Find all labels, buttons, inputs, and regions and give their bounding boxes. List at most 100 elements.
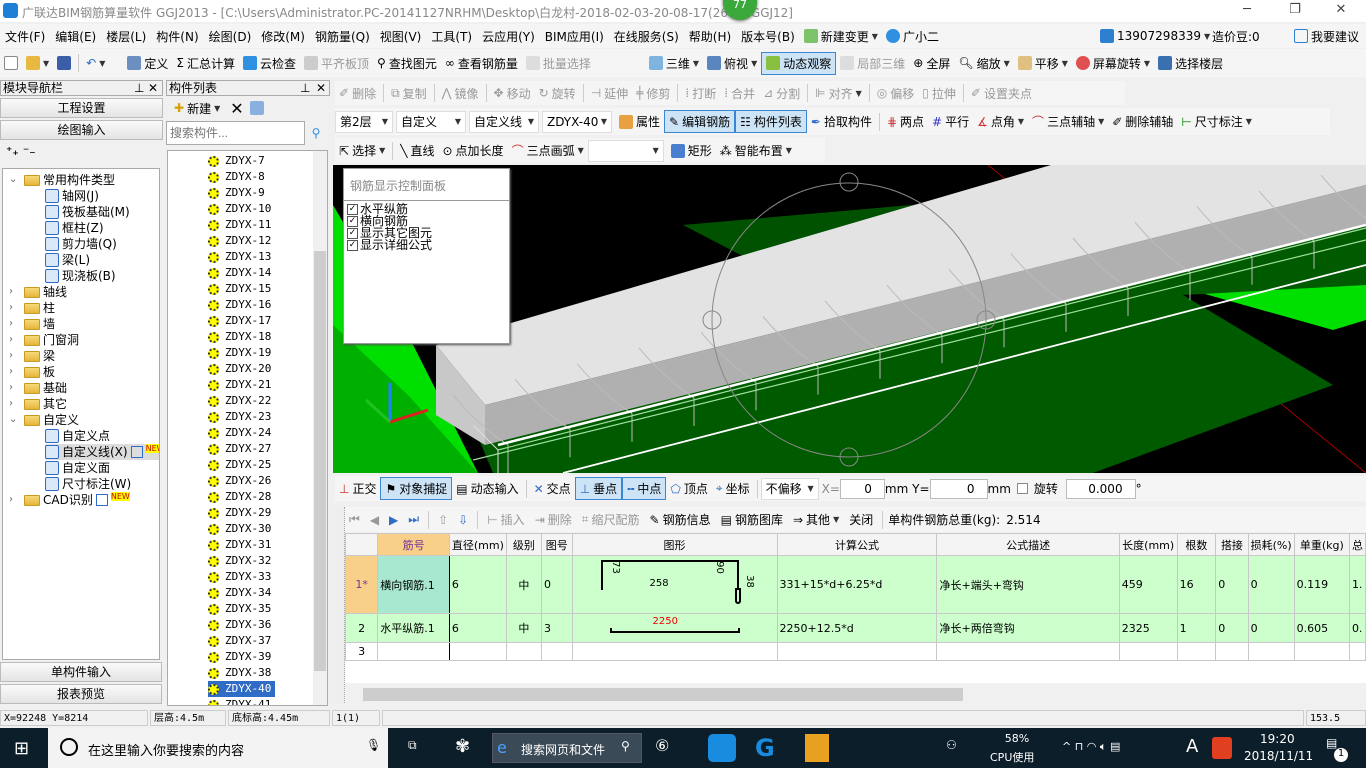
cell-total[interactable]: 0.: [1348, 613, 1366, 643]
cell-fig[interactable]: 3: [540, 613, 573, 643]
cell-grade[interactable]: 中: [505, 613, 542, 643]
cell-loss[interactable]: 0: [1247, 613, 1295, 643]
menu-bim[interactable]: BIM应用(I): [540, 28, 609, 45]
taskbar-search[interactable]: 在这里输入你要搜索的内容 🎙︎: [48, 728, 388, 768]
component-list-item[interactable]: ZDYX-13: [208, 249, 275, 265]
table-row[interactable]: 2 水平纵筋.1 6 中 3 2250 2250+12.5*d 净长+两倍弯钩 2325 1 0 0 0…: [345, 613, 1366, 643]
tree-item[interactable]: › 门窗洞: [9, 332, 79, 348]
point-angle-button[interactable]: ∡ 点角 ▼: [973, 111, 1028, 132]
floor-select[interactable]: 第2层 ▼: [335, 110, 393, 133]
cell-formula[interactable]: [776, 642, 938, 661]
component-list-item[interactable]: ZDYX-30: [208, 521, 275, 537]
suggest-button[interactable]: 我要建议: [1290, 26, 1363, 47]
component-list-item[interactable]: ZDYX-36: [208, 617, 275, 633]
drawing-input-button[interactable]: 绘图输入: [0, 120, 163, 140]
dimension-button[interactable]: ⊢ 尺寸标注 ▼: [1177, 111, 1256, 132]
cell-dia[interactable]: 6: [448, 555, 507, 614]
component-list-item[interactable]: ZDYX-23: [208, 409, 275, 425]
scrollbar-thumb[interactable]: [314, 251, 326, 671]
align-button[interactable]: ⊫ 对齐 ▼: [811, 83, 866, 104]
windows-start-icon[interactable]: ⊞: [14, 738, 29, 759]
checkbox[interactable]: ✓: [347, 239, 358, 251]
other-button[interactable]: ⇒ 其他 ▼: [789, 509, 843, 530]
cell-unit[interactable]: 0.119: [1293, 555, 1350, 614]
delete-button[interactable]: ✐ 删除: [335, 83, 380, 104]
cell-formula[interactable]: 331+15*d+6.25*d: [776, 555, 938, 614]
prev-record-button[interactable]: ◀: [366, 511, 383, 529]
bell-icon[interactable]: [1270, 29, 1284, 43]
cell-grade[interactable]: 中: [505, 555, 542, 614]
cell-loss[interactable]: [1247, 642, 1295, 661]
arc-option-select[interactable]: ▼: [587, 139, 664, 162]
cell-len[interactable]: 459: [1118, 555, 1178, 614]
cell-lap[interactable]: [1215, 642, 1249, 661]
clock-date[interactable]: 2018/11/11: [1244, 749, 1313, 763]
move-down-button[interactable]: ⇩: [454, 511, 472, 529]
tree-item[interactable]: 尺寸标注(W): [45, 476, 131, 492]
column-header[interactable]: 总: [1348, 533, 1366, 556]
undo-button[interactable]: ↶ ▼: [82, 54, 109, 72]
next-record-button[interactable]: ▶: [385, 511, 402, 529]
align-slab-top-button[interactable]: 平齐板顶: [300, 53, 373, 74]
cell-grade[interactable]: [505, 642, 542, 661]
cell-total[interactable]: [1348, 642, 1366, 661]
move-button[interactable]: ✥ 移动: [490, 83, 535, 104]
row-index[interactable]: 1*: [345, 555, 379, 614]
save-button[interactable]: [53, 54, 75, 72]
chevron-right-icon[interactable]: ›: [9, 364, 21, 380]
component-select[interactable]: ZDYX-40 ▼: [542, 110, 612, 133]
close-grid-button[interactable]: 关闭: [845, 509, 877, 530]
tree-item[interactable]: 梁(L): [45, 252, 90, 268]
break-button[interactable]: ⁞ 打断: [681, 83, 720, 104]
component-list-item[interactable]: ZDYX-22: [208, 393, 275, 409]
chevron-right-icon[interactable]: ›: [9, 284, 21, 300]
cloud-check-button[interactable]: 云检查: [239, 53, 300, 74]
restore-button[interactable]: ❐: [1280, 2, 1310, 17]
cell-len[interactable]: [1118, 642, 1178, 661]
column-header[interactable]: 筋号: [377, 533, 450, 556]
last-record-button[interactable]: ⏭: [404, 510, 423, 529]
select-floor-button[interactable]: 选择楼层: [1154, 53, 1227, 74]
dynamic-input-button[interactable]: ▤ 动态输入: [452, 478, 522, 499]
tree-item[interactable]: › 墙: [9, 316, 55, 332]
y-input[interactable]: 0: [929, 478, 988, 499]
tray-icons[interactable]: ^ ⊓ ◠ 🔈︎ ▤: [1062, 740, 1120, 754]
web-search-box[interactable]: e 搜索网页和文件 ⚲: [492, 733, 642, 763]
table-row[interactable]: 1* 横向钢筋.1 6 中 0 73 90 258 38 331+15*d+6.25*d 净长+端头…: [345, 555, 1366, 614]
offset-select[interactable]: 不偏移 ▼: [760, 477, 819, 500]
chevron-down-icon[interactable]: ⌄: [9, 172, 21, 188]
list-scrollbar[interactable]: [313, 151, 327, 705]
component-list-item[interactable]: ZDYX-8: [208, 169, 269, 185]
project-settings-button[interactable]: 工程设置: [0, 98, 163, 118]
component-list-item[interactable]: ZDYX-32: [208, 553, 275, 569]
pan-button[interactable]: 平移 ▼: [1014, 53, 1072, 74]
tree-item[interactable]: 自定义面: [45, 460, 110, 476]
ortho-button[interactable]: ⊥ 正交: [335, 478, 380, 499]
account-button[interactable]: 13907298339 ▼: [1096, 27, 1214, 45]
orbit-button[interactable]: 动态观察: [761, 51, 837, 75]
component-list-item[interactable]: ZDYX-9: [208, 185, 269, 201]
component-search-input[interactable]: [166, 121, 305, 145]
rebar-option[interactable]: ✓ 显示详细公式: [347, 239, 506, 251]
component-list-item[interactable]: ZDYX-14: [208, 265, 275, 281]
component-list-item[interactable]: ZDYX-25: [208, 457, 275, 473]
column-header[interactable]: 图号: [540, 533, 573, 556]
chevron-right-icon[interactable]: ›: [9, 332, 21, 348]
rotate-button[interactable]: ↻ 旋转: [535, 83, 580, 104]
cell-total[interactable]: 1.: [1348, 555, 1366, 614]
new-file-button[interactable]: [0, 54, 22, 72]
component-list-item[interactable]: ZDYX-29: [208, 505, 275, 521]
column-header[interactable]: 级别: [505, 533, 542, 556]
assistant-button[interactable]: 广小二: [882, 26, 943, 47]
component-list-item[interactable]: ZDYX-7: [208, 153, 269, 169]
clock-time[interactable]: 19:20: [1260, 732, 1295, 746]
cell-unit[interactable]: [1293, 642, 1350, 661]
stretch-button[interactable]: ▯ 拉伸: [918, 83, 960, 104]
cell-shape[interactable]: 2250: [571, 613, 778, 643]
component-list-item[interactable]: ZDYX-18: [208, 329, 275, 345]
angle-input[interactable]: 0.000: [1065, 478, 1136, 499]
tree-item[interactable]: › 轴线: [9, 284, 67, 300]
app-notes-icon[interactable]: [805, 734, 829, 762]
new-change-button[interactable]: 新建变更 ▼: [800, 26, 882, 47]
local-3d-button[interactable]: 局部三维: [836, 53, 909, 74]
